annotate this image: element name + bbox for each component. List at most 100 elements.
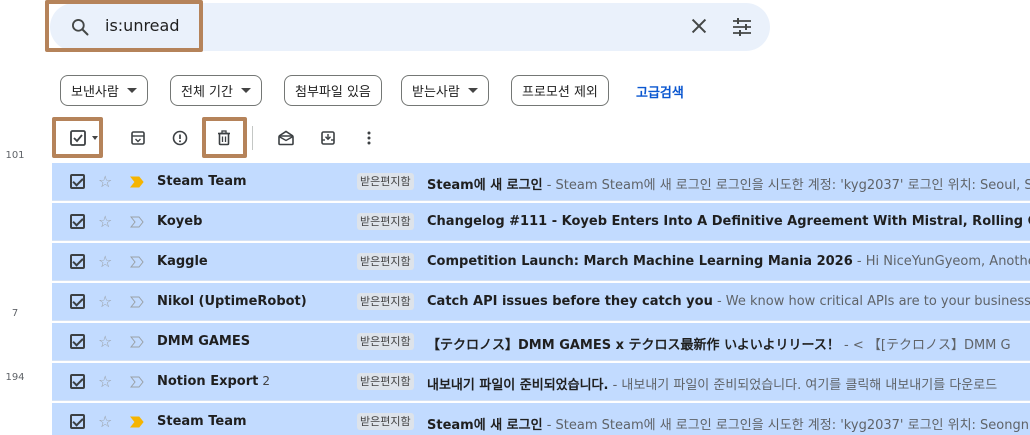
row-checkbox[interactable]	[70, 214, 85, 229]
gutter-number: 101	[5, 150, 25, 161]
email-subject: Steam에 새 로그인	[427, 178, 543, 193]
sender-name: Nikol (UptimeRobot)	[157, 294, 307, 309]
email-subject: 【テクロノス】DMM GAMES x テクロス最新作 いよいよリリース！	[427, 338, 840, 353]
email-snippet: - 내보내기 파일이 준비되었습니다. 여기를 클릭해 내보내기를 다운로드	[608, 378, 998, 393]
email-content: Steam에 새 로그인 - Steam Steam에 새 로그인 로그인을 시…	[427, 414, 1030, 433]
email-content: 내보내기 파일이 준비되었습니다. - 내보내기 파일이 준비되었습니다. 여기…	[427, 374, 1030, 393]
mark-as-read-button[interactable]	[274, 126, 298, 150]
email-sender: Kaggle	[157, 254, 212, 269]
important-marker-icon[interactable]	[130, 176, 144, 188]
select-all-checkbox[interactable]	[66, 126, 90, 150]
more-options-button[interactable]	[357, 126, 381, 150]
important-marker-icon[interactable]	[130, 216, 144, 228]
search-options-icon[interactable]	[730, 15, 754, 39]
filter-exclude-promotions-label: 프로모션 제외	[522, 85, 598, 100]
email-sender: Steam Team	[157, 414, 251, 429]
filter-from-chip[interactable]: 보낸사람	[60, 75, 148, 106]
inbox-label-badge: 받은편지함	[357, 253, 414, 270]
email-row[interactable]: ☆ DMM GAMES 받은편지함 【テクロノス】DMM GAMES x テクロス最新…	[52, 323, 1030, 361]
filter-time-chip[interactable]: 전체 기간	[170, 75, 262, 106]
search-icon[interactable]	[70, 17, 90, 37]
email-snippet: - Hi NiceYunGyeom, Another yea	[856, 254, 1030, 269]
email-sender: Koyeb	[157, 214, 206, 229]
archive-button[interactable]	[126, 126, 150, 150]
select-dropdown-icon[interactable]	[90, 126, 100, 150]
email-snippet: - Steam Steam에 새 로그인 로그인을 시도한 계정: 'kyg20…	[542, 418, 1029, 433]
star-icon[interactable]: ☆	[98, 372, 112, 391]
filter-time-label: 전체 기간	[181, 85, 233, 100]
important-marker-icon[interactable]	[130, 256, 144, 268]
email-content: Steam에 새 로그인 - Steam Steam에 새 로그인 로그인을 시…	[427, 174, 1030, 193]
chevron-down-icon	[126, 88, 137, 93]
important-marker-icon[interactable]	[130, 416, 144, 428]
email-row[interactable]: ☆ Steam Team 받은편지함 Steam에 새 로그인 - Steam Ste…	[52, 163, 1030, 201]
email-sender: Notion Export 2	[157, 374, 270, 389]
trash-icon	[218, 130, 230, 146]
thread-count: 2	[262, 374, 270, 388]
filter-exclude-promotions-chip[interactable]: 프로모션 제외	[511, 75, 609, 106]
email-content: Changelog #111 - Koyeb Enters Into A Def…	[427, 214, 1030, 229]
close-icon[interactable]	[688, 15, 710, 37]
inbox-label-badge: 받은편지함	[357, 213, 414, 230]
advanced-search-link[interactable]: 고급검색	[636, 82, 684, 101]
more-vert-icon	[367, 131, 371, 145]
row-checkbox[interactable]	[70, 294, 85, 309]
star-icon[interactable]: ☆	[98, 212, 112, 231]
email-subject: Changelog #111 - Koyeb Enters Into A Def…	[427, 214, 1030, 229]
email-sender: DMM GAMES	[157, 334, 254, 349]
inbox-label-badge: 받은편지함	[357, 373, 414, 390]
email-sender: Steam Team	[157, 174, 251, 189]
search-input[interactable]: is:unread	[105, 16, 179, 35]
envelope-open-icon	[278, 130, 294, 146]
important-marker-icon[interactable]	[130, 336, 144, 348]
star-icon[interactable]: ☆	[98, 412, 112, 431]
row-checkbox[interactable]	[70, 254, 85, 269]
sender-name: Notion Export	[157, 374, 259, 389]
email-subject: 내보내기 파일이 준비되었습니다.	[427, 378, 609, 393]
row-checkbox[interactable]	[70, 174, 85, 189]
inbox-label-badge: 받은편지함	[357, 173, 414, 190]
star-icon[interactable]: ☆	[98, 172, 112, 191]
email-row[interactable]: ☆ Kaggle 받은편지함 Competition Launch: March Ma…	[52, 243, 1030, 281]
gutter-number: 194	[5, 372, 25, 383]
email-row[interactable]: ☆ Koyeb 받은편지함 Changelog #111 - Koyeb Enters…	[52, 203, 1030, 241]
inbox-label-badge: 받은편지함	[357, 413, 414, 430]
email-subject: Competition Launch: March Machine Learni…	[427, 254, 853, 269]
filter-to-chip[interactable]: 받는사람	[401, 75, 489, 106]
sender-name: Steam Team	[157, 174, 247, 189]
inbox-label-badge: 받은편지함	[357, 293, 414, 310]
star-icon[interactable]: ☆	[98, 252, 112, 271]
email-row[interactable]: ☆ Nikol (UptimeRobot) 받은편지함 Catch API issue…	[52, 283, 1030, 321]
row-checkbox[interactable]	[70, 414, 85, 429]
star-icon[interactable]: ☆	[98, 292, 112, 311]
important-marker-icon[interactable]	[130, 376, 144, 388]
filter-attachment-chip[interactable]: 첨부파일 있음	[284, 75, 382, 106]
filter-from-label: 보낸사람	[71, 85, 119, 100]
filter-to-label: 받는사람	[412, 85, 460, 100]
email-row[interactable]: ☆ Steam Team 받은편지함 Steam에 새 로그인 - Steam Ste…	[52, 403, 1030, 435]
important-marker-icon[interactable]	[130, 296, 144, 308]
gutter-number: 7	[11, 308, 19, 319]
sender-name: Kaggle	[157, 254, 208, 269]
row-checkbox[interactable]	[70, 374, 85, 389]
row-checkbox[interactable]	[70, 334, 85, 349]
move-to-button[interactable]	[316, 126, 340, 150]
email-snippet: - We know how critical APIs are to your …	[712, 294, 1030, 309]
email-subject: Catch API issues before they catch you	[427, 294, 713, 309]
sender-name: Steam Team	[157, 414, 247, 429]
filter-attachment-label: 첨부파일 있음	[295, 85, 371, 100]
sender-name: Koyeb	[157, 214, 203, 229]
email-row[interactable]: ☆ Notion Export 2 받은편지함 내보내기 파일이 준비되었습니다. - …	[52, 363, 1030, 401]
report-spam-button[interactable]	[168, 126, 192, 150]
email-content: Catch API issues before they catch you -…	[427, 294, 1030, 309]
archive-icon	[131, 131, 145, 145]
inbox-label-badge: 받은편지함	[357, 333, 414, 350]
email-snippet: - Steam Steam에 새 로그인 로그인을 시도한 계정: 'kyg20…	[542, 178, 1030, 193]
email-content: Competition Launch: March Machine Learni…	[427, 254, 1030, 269]
checkbox-checked-icon	[70, 130, 86, 146]
email-snippet: - < 【[テクロノス】DMM G	[839, 338, 1011, 353]
star-icon[interactable]: ☆	[98, 332, 112, 351]
report-spam-icon	[172, 130, 188, 146]
sender-name: DMM GAMES	[157, 334, 251, 349]
delete-button[interactable]	[212, 126, 236, 150]
